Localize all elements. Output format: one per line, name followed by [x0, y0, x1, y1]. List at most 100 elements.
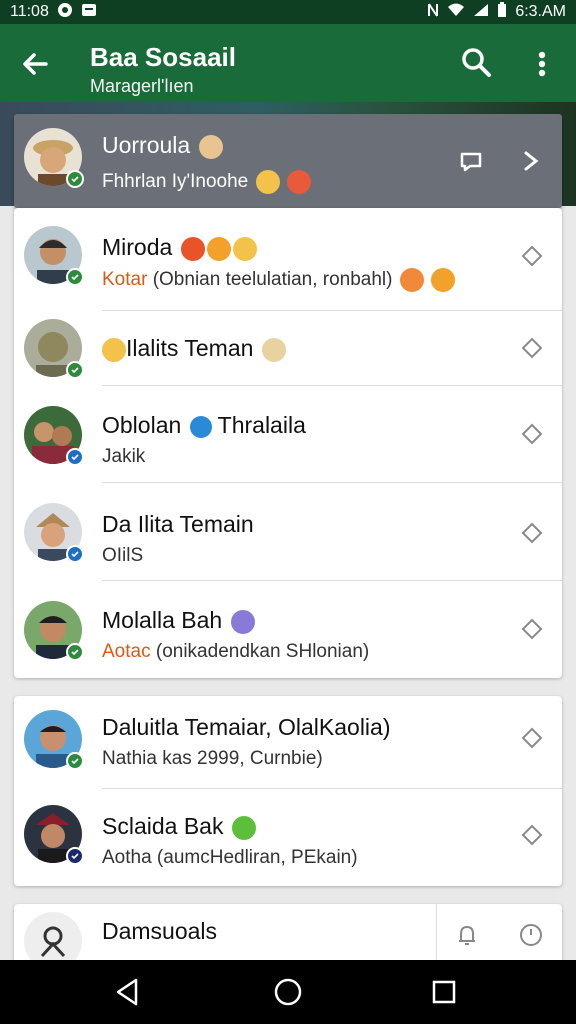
divider [436, 904, 437, 964]
contact-list-card: Miroda Kotar (Obnian teelulatian, ronbah… [14, 208, 562, 678]
verified-badge-icon [66, 545, 84, 563]
highlighted-contact-row[interactable]: Uorroula Fhhrlan Iy'Inoohe [14, 114, 562, 208]
notification-icon [57, 2, 73, 23]
nav-home-button[interactable] [272, 976, 304, 1008]
contact-status: Nathia kas 2999, Curnbie) [102, 748, 323, 769]
row-action-button[interactable] [518, 420, 546, 448]
emoji-icon [431, 268, 456, 292]
verified-badge-icon [66, 448, 84, 466]
list-item[interactable]: Damsuoals [14, 904, 562, 964]
diamond-outline-icon [521, 337, 543, 359]
row-action-button[interactable] [518, 724, 546, 752]
nav-recents-button[interactable] [428, 976, 460, 1008]
clock-icon [520, 924, 542, 946]
list-item[interactable]: Daluitla Temaiar, OlalKaolia) Nathia kas… [14, 696, 562, 788]
emoji-icon [255, 170, 280, 194]
contact-name: Ilalits Teman [102, 335, 286, 362]
contact-status: Fhhrlan Iy'Inoohe [102, 170, 311, 194]
contact-status: Aotac (onikadendkan SHlonian) [102, 641, 370, 662]
status-time: 11:08 [10, 3, 49, 20]
diamond-outline-icon [521, 423, 543, 445]
chat-bubble-icon [460, 152, 482, 172]
verified-badge-icon [66, 361, 84, 379]
diamond-outline-icon [521, 727, 543, 749]
triangle-back-icon [116, 978, 138, 1006]
avatar [24, 128, 84, 188]
emoji-icon [102, 337, 126, 362]
diamond-outline-icon [521, 245, 543, 267]
contact-name: Damsuoals [102, 918, 218, 944]
contact-name: Molalla Bah [102, 607, 255, 634]
contact-name: Sclaida Bak [102, 813, 256, 840]
row-action-button[interactable] [518, 615, 546, 643]
diamond-outline-icon [521, 824, 543, 846]
diamond-outline-icon [521, 618, 543, 640]
avatar [24, 805, 84, 865]
list-item[interactable]: Da Ilita Temain OIilS [14, 483, 562, 580]
verified-badge-icon [66, 752, 84, 770]
nfc-icon [427, 2, 439, 23]
emoji-icon [206, 236, 231, 261]
circle-home-icon [274, 978, 302, 1006]
bell-icon [459, 925, 475, 945]
contact-list-card: Damsuoals [14, 904, 562, 964]
list-item[interactable]: Miroda Kotar (Obnian teelulatian, ronbah… [14, 208, 562, 310]
emoji-icon [399, 268, 424, 292]
page-title: Baa Sosaail [90, 42, 236, 72]
avatar [24, 601, 84, 661]
contact-name: Daluitla Temaiar, OlalKaolia) [102, 714, 391, 740]
contact-status: Jakik [102, 446, 146, 467]
more-vert-icon [538, 51, 546, 77]
row-action-button[interactable] [518, 821, 546, 849]
chat-button[interactable] [456, 146, 486, 176]
signal-icon [473, 3, 489, 22]
verified-badge-icon [66, 847, 84, 865]
row-action-button[interactable] [518, 519, 546, 547]
more-options-button[interactable] [528, 46, 556, 82]
battery-icon [497, 1, 507, 23]
list-item[interactable]: Sclaida Bak Aotha (aumcHedliran, PEkain) [14, 789, 562, 886]
verified-badge-icon [66, 170, 84, 188]
contact-status: OIilS [102, 545, 144, 566]
row-action-button[interactable] [518, 334, 546, 362]
avatar [24, 406, 84, 466]
avatar [24, 319, 84, 379]
list-item[interactable]: Ilalits Teman [14, 311, 562, 385]
search-button[interactable] [458, 44, 494, 80]
emoji-icon [180, 236, 205, 261]
wifi-icon [447, 3, 465, 22]
list-item[interactable]: Oblolan Thralaila Jakik [14, 386, 562, 482]
history-button[interactable] [516, 920, 546, 950]
contact-name: Oblolan Thralaila [102, 412, 306, 438]
list-item[interactable]: Molalla Bah Aotac (onikadendkan SHlonian… [14, 581, 562, 678]
contact-status: Aotha (aumcHedliran, PEkain) [102, 847, 358, 868]
open-button[interactable] [516, 146, 546, 176]
contact-name: Uorroula [102, 132, 223, 159]
emoji-icon [261, 337, 286, 362]
avatar [24, 226, 84, 286]
emoji-icon [286, 170, 311, 194]
emoji-icon [230, 609, 255, 634]
contact-status: Kotar (Obnian teelulatian, ronbahl) [102, 268, 456, 292]
emoji-icon [232, 236, 257, 261]
notification-button[interactable] [452, 920, 482, 950]
verified-badge-icon [66, 268, 84, 286]
verified-badge-icon [66, 643, 84, 661]
emoji-icon [198, 134, 223, 159]
arrow-left-icon [23, 53, 48, 75]
contact-list-card: Daluitla Temaiar, OlalKaolia) Nathia kas… [14, 696, 562, 886]
check-emoji-icon [231, 815, 256, 840]
app-bar: Baa Sosaail Maragerl'lıen [0, 24, 576, 102]
row-action-button[interactable] [518, 242, 546, 270]
status-bar: 11:08 6:3.AM [0, 0, 576, 24]
message-icon [81, 3, 97, 22]
avatar [24, 710, 84, 770]
contact-name: Miroda [102, 234, 257, 261]
nav-back-button[interactable] [112, 976, 144, 1008]
avatar [24, 503, 84, 563]
status-clock: 6:3.AM [515, 3, 566, 20]
verified-icon [189, 415, 212, 438]
system-nav-bar [0, 960, 576, 1024]
back-button[interactable] [18, 46, 54, 82]
square-recents-icon [432, 980, 456, 1004]
